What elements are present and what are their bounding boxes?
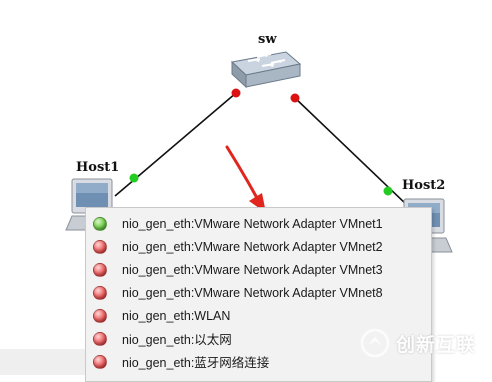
watermark: 创新互联: [360, 328, 476, 358]
menu-item-vmnet8[interactable]: nio_gen_eth:VMware Network Adapter VMnet…: [86, 281, 431, 304]
menu-item-vmnet3[interactable]: nio_gen_eth:VMware Network Adapter VMnet…: [86, 258, 431, 281]
host2-label: Host2: [402, 178, 446, 193]
menu-item-label: nio_gen_eth:VMware Network Adapter VMnet…: [122, 239, 383, 254]
port-status-dot-host1: [129, 173, 139, 183]
status-up-icon: [93, 216, 107, 231]
logo-icon: [360, 328, 390, 358]
menu-item-label: nio_gen_eth:WLAN: [122, 308, 231, 323]
menu-item-label: nio_gen_eth:VMware Network Adapter VMnet…: [122, 285, 383, 300]
status-down-icon: [93, 262, 107, 277]
status-down-icon: [93, 354, 107, 369]
menu-item-vmnet2[interactable]: nio_gen_eth:VMware Network Adapter VMnet…: [86, 235, 431, 258]
menu-item-label: nio_gen_eth:以太网: [122, 333, 232, 347]
menu-item-label: nio_gen_eth:VMware Network Adapter VMnet…: [122, 216, 383, 231]
status-down-icon: [93, 285, 107, 300]
status-down-icon: [93, 308, 107, 323]
menu-item-vmnet1[interactable]: nio_gen_eth:VMware Network Adapter VMnet…: [86, 212, 431, 235]
status-down-icon: [93, 331, 107, 346]
menu-item-label: nio_gen_eth:VMware Network Adapter VMnet…: [122, 262, 383, 277]
port-status-dot-sw-1: [231, 88, 241, 98]
annotation-arrow-icon: [225, 145, 266, 213]
port-status-dot-sw-2: [290, 93, 300, 103]
switch-label: sw: [258, 32, 277, 47]
host1-label: Host1: [76, 160, 120, 175]
menu-item-wlan[interactable]: nio_gen_eth:WLAN: [86, 304, 431, 327]
watermark-text: 创新互联: [396, 333, 477, 356]
switch-icon[interactable]: [230, 51, 302, 89]
canvas-bottom-strip: [0, 349, 85, 375]
port-status-dot-host2: [383, 186, 393, 196]
status-down-icon: [93, 239, 107, 254]
menu-item-label: nio_gen_eth:蓝牙网络连接: [122, 356, 270, 370]
